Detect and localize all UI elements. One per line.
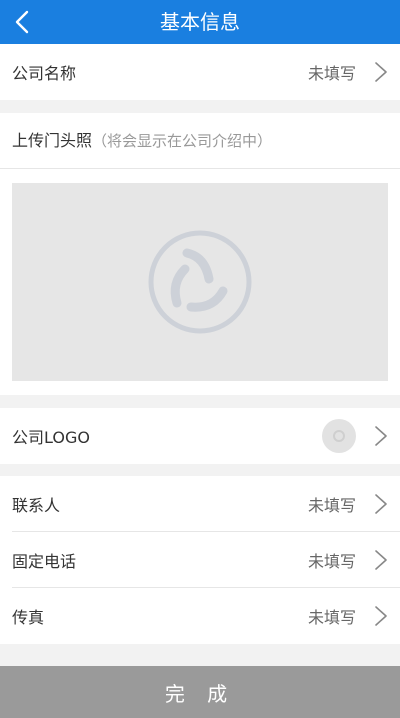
landline-phone-label: 固定电话 xyxy=(12,552,77,571)
fax-label: 传真 xyxy=(12,608,45,627)
contact-person-row[interactable]: 联系人 未填写 xyxy=(0,476,400,532)
company-logo-thumbnail xyxy=(322,419,356,453)
company-name-row[interactable]: 公司名称 未填写 xyxy=(0,44,400,100)
storefront-upload-section: 上传门头照（将会显示在公司介绍中） xyxy=(0,113,400,395)
storefront-label: 上传门头照 xyxy=(12,131,93,150)
chevron-right-icon xyxy=(375,494,387,514)
fax-value: 未填写 xyxy=(307,608,356,627)
chevron-right-icon xyxy=(375,606,387,626)
contact-person-value: 未填写 xyxy=(307,496,356,515)
company-logo-label: 公司LOGO xyxy=(12,428,90,447)
nav-bar: 基本信息 xyxy=(0,0,400,44)
chevron-right-icon xyxy=(375,426,387,446)
storefront-photo-upload[interactable] xyxy=(12,183,388,381)
chevron-right-icon xyxy=(375,550,387,570)
company-name-label: 公司名称 xyxy=(12,64,77,83)
contact-person-label: 联系人 xyxy=(12,496,61,515)
company-name-value: 未填写 xyxy=(307,64,356,83)
company-logo-row[interactable]: 公司LOGO xyxy=(0,408,400,464)
image-placeholder-icon xyxy=(333,430,345,442)
page-title: 基本信息 xyxy=(160,10,240,34)
fax-row[interactable]: 传真 未填写 xyxy=(0,588,400,644)
chevron-right-icon xyxy=(375,62,387,82)
divider xyxy=(0,168,400,169)
landline-phone-value: 未填写 xyxy=(307,552,356,571)
landline-phone-row[interactable]: 固定电话 未填写 xyxy=(0,532,400,588)
storefront-header: 上传门头照（将会显示在公司介绍中） xyxy=(12,113,272,168)
app-logo-icon xyxy=(148,230,252,334)
storefront-hint: （将会显示在公司介绍中） xyxy=(92,132,273,150)
done-button[interactable]: 完 成 xyxy=(0,666,400,718)
